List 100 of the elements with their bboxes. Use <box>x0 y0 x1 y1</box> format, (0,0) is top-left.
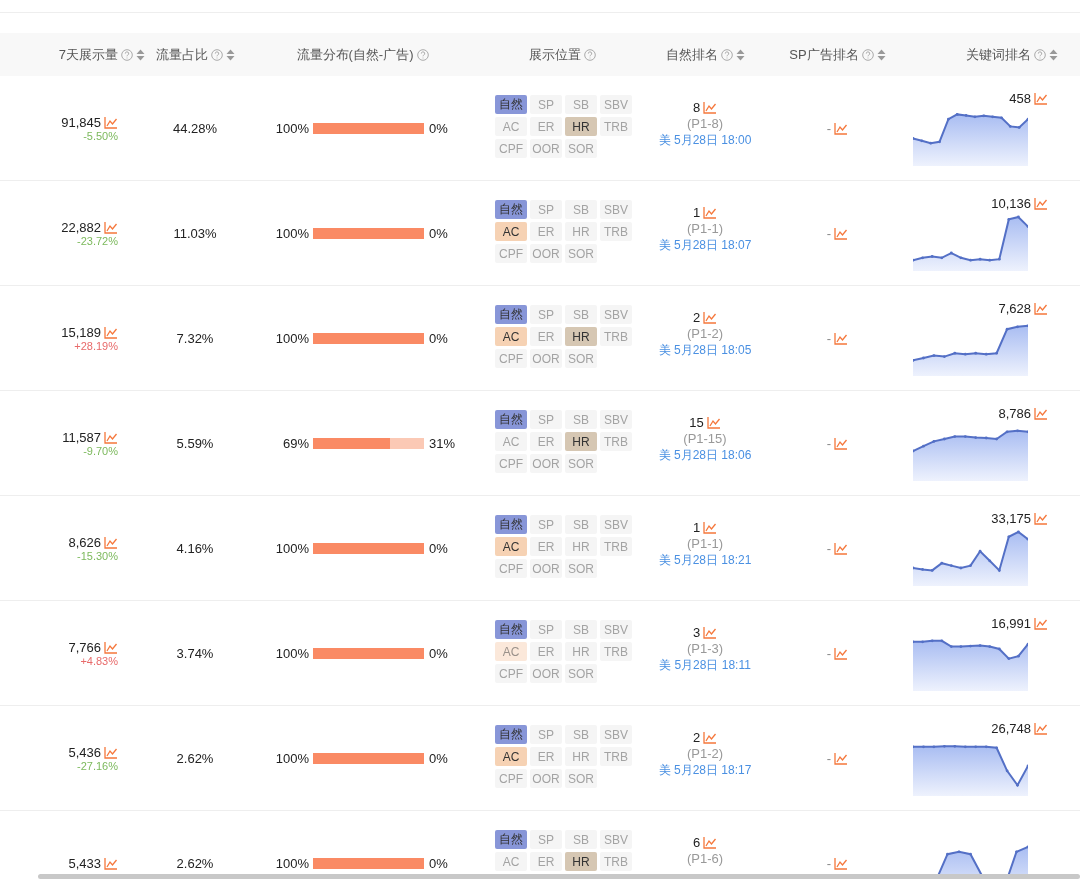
chart-icon[interactable] <box>834 751 849 765</box>
rank-time: 美 5月28日 18:11 <box>659 657 751 674</box>
placement-tag: SOR <box>565 349 597 368</box>
ad-percent: 0% <box>428 540 448 556</box>
placement-tag: CPF <box>495 769 527 788</box>
sort-icon[interactable] <box>735 48 745 61</box>
placement-tag: TRB <box>600 747 632 766</box>
chart-icon[interactable] <box>1034 196 1048 210</box>
placement-tag: SP <box>530 515 562 534</box>
natural-percent: 100% <box>274 750 310 766</box>
column-header[interactable]: 流量分布(自然-广告) <box>296 45 414 64</box>
chart-icon[interactable] <box>834 646 849 660</box>
help-icon[interactable] <box>861 48 874 61</box>
chart-icon[interactable] <box>1034 721 1048 735</box>
help-icon[interactable] <box>584 48 596 61</box>
sort-icon[interactable] <box>876 48 886 61</box>
placement-tag: SP <box>530 305 562 324</box>
chart-icon[interactable] <box>104 325 118 339</box>
impressions-value: 22,882 <box>61 219 101 235</box>
chart-icon[interactable] <box>104 640 118 654</box>
change-value: -23.72% <box>77 234 118 247</box>
placement-tag: SBV <box>600 95 632 114</box>
chart-icon[interactable] <box>703 626 718 639</box>
chart-icon[interactable] <box>703 206 718 219</box>
chart-icon[interactable] <box>104 535 118 549</box>
share-value: 44.28% <box>172 120 218 136</box>
natural-percent: 100% <box>274 330 310 346</box>
chart-icon[interactable] <box>834 331 849 345</box>
ad-percent: 0% <box>428 855 448 871</box>
placement-tag: SOR <box>565 454 597 473</box>
chart-icon[interactable] <box>1034 406 1048 420</box>
sort-icon[interactable] <box>136 48 145 61</box>
column-header[interactable]: 自然排名 <box>665 45 718 64</box>
placement-tag: TRB <box>600 432 632 451</box>
placement-tag: OOR <box>530 559 562 578</box>
placement-tag: SB <box>565 305 597 324</box>
ad-percent: 31% <box>428 435 456 451</box>
sort-icon[interactable] <box>1049 48 1058 61</box>
chart-icon[interactable] <box>104 115 118 129</box>
chart-icon[interactable] <box>104 745 118 759</box>
rank-value: 6 <box>692 835 701 850</box>
placement-tag: SP <box>530 95 562 114</box>
help-icon[interactable] <box>210 48 223 61</box>
rank-time: 美 5月28日 18:05 <box>658 342 752 359</box>
placement-tag: 自然 <box>495 95 527 114</box>
chart-icon[interactable] <box>703 101 718 114</box>
impressions-value: 91,845 <box>61 114 101 130</box>
ad-percent: 0% <box>428 225 448 241</box>
chart-icon[interactable] <box>703 521 718 534</box>
chart-icon[interactable] <box>834 856 849 870</box>
chart-icon[interactable] <box>104 220 118 234</box>
sp-rank-value: - <box>826 330 832 346</box>
column-header[interactable]: 流量占比 <box>155 45 208 64</box>
column-header[interactable]: 关键词排名 <box>966 45 1031 64</box>
chart-icon[interactable] <box>104 430 118 444</box>
placement-tag: AC <box>495 642 527 661</box>
sp-rank-value: - <box>826 120 832 136</box>
chart-icon[interactable] <box>1034 511 1048 525</box>
scrollbar[interactable] <box>38 874 1080 879</box>
chart-icon[interactable] <box>834 226 849 240</box>
placement-tag: SB <box>565 515 597 534</box>
column-header[interactable]: 7天展示量 <box>58 45 118 64</box>
ad-percent: 0% <box>428 750 448 766</box>
column-header[interactable]: 展示位置 <box>529 45 581 64</box>
share-value: 5.59% <box>176 435 214 451</box>
chart-icon[interactable] <box>1034 91 1048 105</box>
chart-icon[interactable] <box>703 731 718 744</box>
help-icon[interactable] <box>720 48 733 61</box>
help-icon[interactable] <box>416 48 429 61</box>
help-icon[interactable] <box>121 48 133 61</box>
placement-tag: TRB <box>600 117 632 136</box>
placement-tag: AC <box>495 327 527 346</box>
rank-page: (P1-15) <box>683 431 727 446</box>
placement-tag: HR <box>565 432 597 451</box>
placement-tag: SP <box>530 200 562 219</box>
chart-icon[interactable] <box>834 121 849 135</box>
keyword-rank-value: 7,628 <box>998 300 1031 316</box>
column-header[interactable]: SP广告排名 <box>789 45 859 64</box>
sort-icon[interactable] <box>225 48 235 61</box>
chart-icon[interactable] <box>1034 616 1048 630</box>
chart-icon[interactable] <box>703 836 718 849</box>
placement-tag: CPF <box>495 454 527 473</box>
chart-icon[interactable] <box>1034 301 1048 315</box>
chart-icon[interactable] <box>834 541 849 555</box>
rank-value: 8 <box>692 100 701 115</box>
chart-icon[interactable] <box>706 416 721 429</box>
help-icon[interactable] <box>1034 48 1046 61</box>
placement-tag: 自然 <box>495 410 527 429</box>
keyword-rank-value: 33,175 <box>991 510 1031 526</box>
chart-icon[interactable] <box>834 436 849 450</box>
placement-tag: ER <box>530 117 562 136</box>
rank-page: (P1-1) <box>686 221 724 236</box>
placement-tag: OOR <box>530 454 562 473</box>
chart-icon[interactable] <box>703 311 718 324</box>
chart-icon[interactable] <box>104 856 118 870</box>
share-value: 2.62% <box>176 855 214 871</box>
placement-tag: ER <box>530 852 562 871</box>
placement-tag: SBV <box>600 620 632 639</box>
placement-tag: CPF <box>495 349 527 368</box>
placement-tag: CPF <box>495 244 527 263</box>
